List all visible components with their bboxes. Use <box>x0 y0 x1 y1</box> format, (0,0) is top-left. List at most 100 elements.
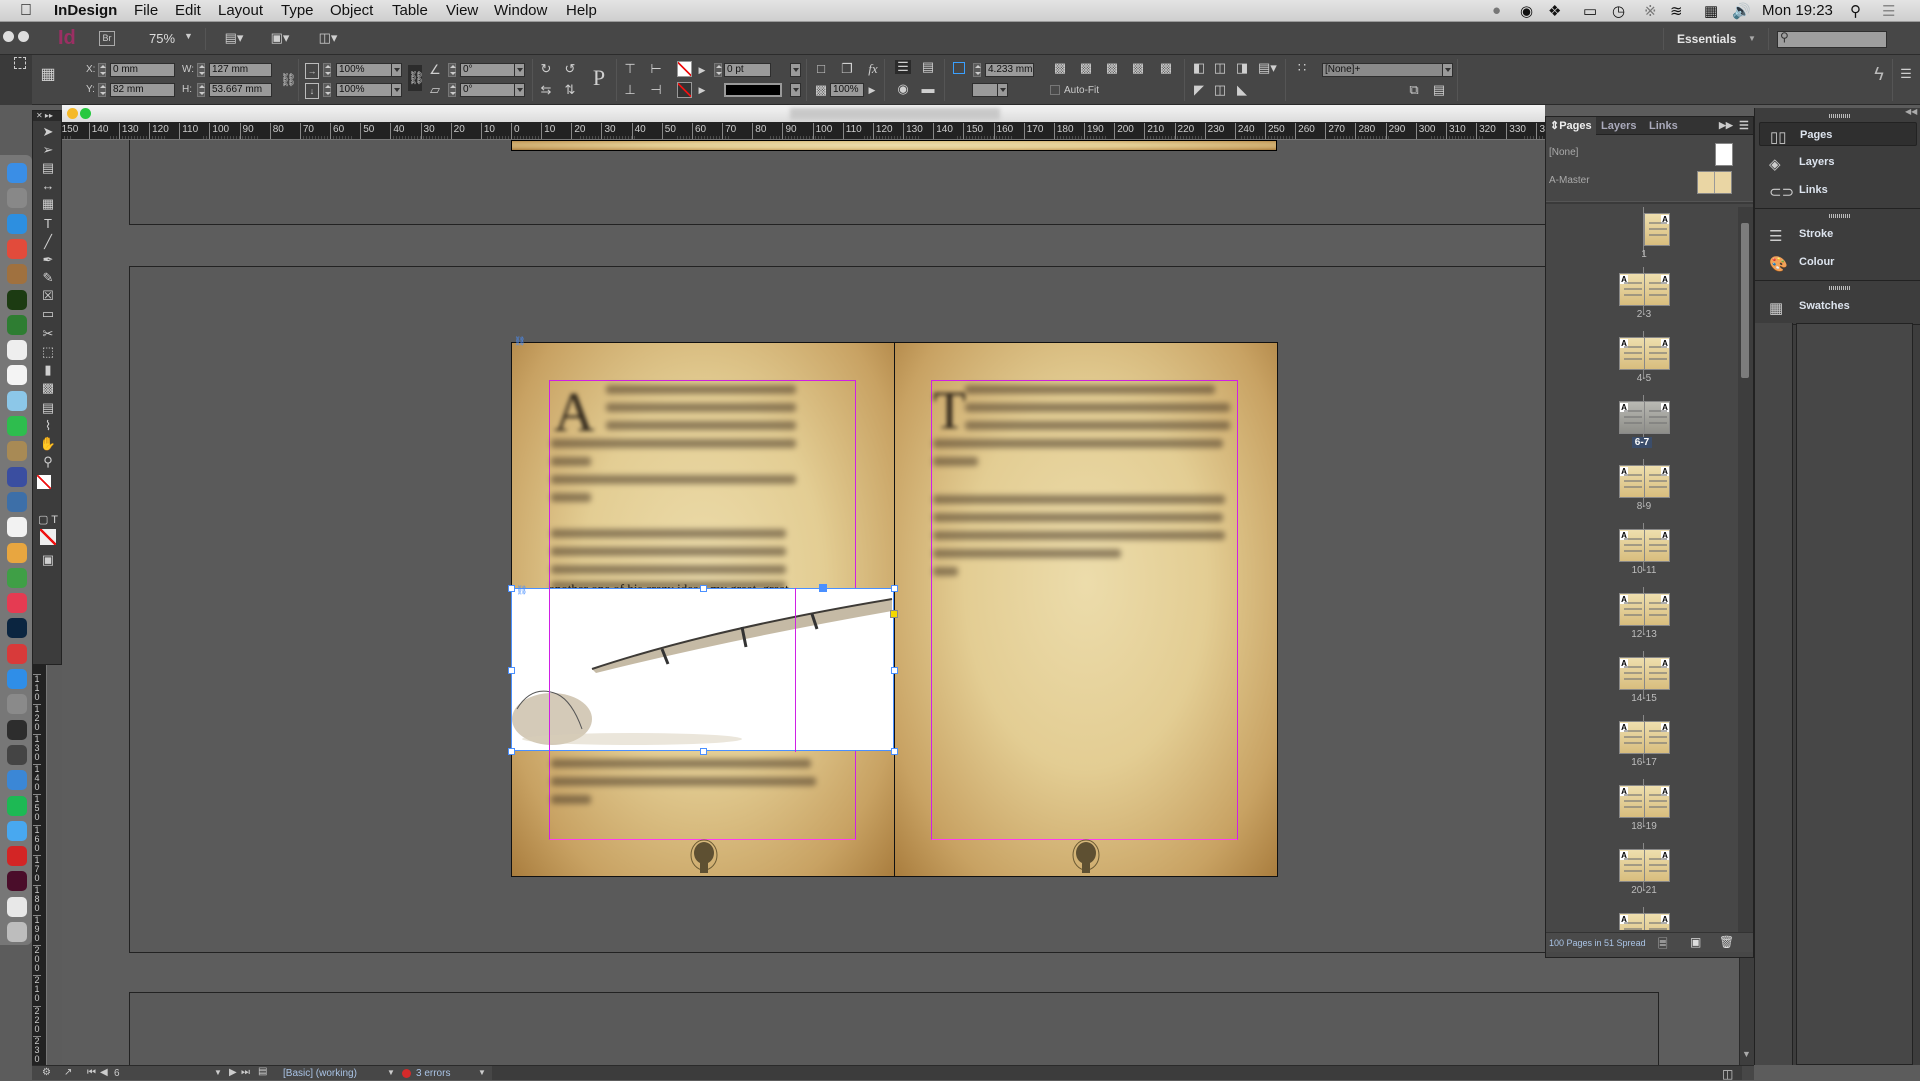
distribute-icon[interactable]: ▤▾ <box>1258 61 1277 75</box>
profile-dropdown-icon[interactable]: ▼ <box>387 1068 395 1077</box>
page-thumbnail[interactable]: A <box>1619 849 1645 882</box>
tool-type-icon[interactable]: T <box>37 215 59 233</box>
scale-y-stepper[interactable] <box>323 83 331 97</box>
resize-handle-b[interactable] <box>700 748 707 755</box>
spread-thumbnail-20-21[interactable]: A A 20-21 <box>1546 843 1738 907</box>
page-thumbnail[interactable]: A <box>1619 913 1645 930</box>
object-style-field[interactable]: [None]+ <box>1322 63 1444 77</box>
select-previous-icon[interactable]: ⊢ <box>648 62 664 76</box>
panel-divider[interactable] <box>1546 201 1753 204</box>
tool-content-collector-icon[interactable]: ▦ <box>37 195 59 213</box>
page-thumbnail[interactable]: A <box>1619 337 1645 370</box>
resize-handle-br[interactable] <box>891 748 898 755</box>
dock-chrome-icon[interactable] <box>7 238 27 259</box>
effects-icon[interactable]: fx <box>865 62 881 76</box>
dock-creative-cloud-icon[interactable] <box>7 643 27 664</box>
text-wrap-shape-icon[interactable]: ◉ <box>895 82 911 96</box>
creative-cloud-icon[interactable]: ◉ <box>1520 2 1533 20</box>
fit-content-proportionally-icon[interactable]: ▩ <box>1078 61 1094 75</box>
tools-panel-header[interactable]: ✕ ▸▸ <box>33 111 61 121</box>
resize-handle-tl[interactable] <box>508 585 515 592</box>
collapse-dock-icon[interactable]: ◀◀ <box>1905 107 1917 116</box>
dock-item-layers[interactable]: ◈ Layers <box>1759 150 1917 174</box>
dock-write-icon[interactable] <box>7 517 27 538</box>
dock-facetime-icon[interactable] <box>7 416 27 436</box>
stroke-weight-stepper[interactable] <box>714 63 722 77</box>
drop-shadow-icon[interactable]: □ <box>814 62 828 76</box>
select-content-icon[interactable]: ⊥ <box>622 83 638 97</box>
dock-notes-app-icon[interactable] <box>7 441 27 462</box>
spread-thumbnail-16-17[interactable]: A A 16-17 <box>1546 715 1738 779</box>
dock-item-colour[interactable]: 🎨 Colour <box>1759 250 1917 274</box>
align-bottom-icon[interactable]: ◣ <box>1235 83 1249 97</box>
spread-thumbnail-8-9[interactable]: A A 8-9 <box>1546 459 1738 523</box>
screen-mode-icon[interactable]: ▣ <box>37 551 59 569</box>
opacity-field[interactable]: 100% <box>830 83 864 97</box>
vertical-ruler[interactable]: 1101201301401501601701801902002102202302… <box>32 665 47 1065</box>
dock-item-pages[interactable]: ▯▯ Pages <box>1759 122 1917 146</box>
x-stepper[interactable] <box>98 63 106 77</box>
dock-finder-icon[interactable] <box>7 163 27 183</box>
spread-label-18-19[interactable]: 18-19 <box>1614 821 1674 832</box>
dropbox-icon[interactable]: ❖ <box>1548 2 1561 20</box>
stroke-type-dropdown[interactable] <box>790 83 801 97</box>
dock-keynote-icon[interactable] <box>7 542 27 563</box>
window-minimize-button-doc[interactable] <box>67 108 78 119</box>
last-spread-icon[interactable]: ⏭ <box>241 1067 250 1078</box>
flip-horizontal-icon[interactable]: ⇆ <box>538 83 554 97</box>
resize-handle-bl[interactable] <box>508 748 515 755</box>
page-thumbnail[interactable]: A <box>1619 593 1645 626</box>
spread-thumbnail-4-5[interactable]: A A 4-5 <box>1546 331 1738 395</box>
window-minimize-button[interactable] <box>18 31 29 42</box>
spread-thumbnail-10-11[interactable]: A A 10-11 <box>1546 523 1738 587</box>
spread-label-2-3[interactable]: 2-3 <box>1614 309 1674 320</box>
spread-thumbnail-2-3[interactable]: A A 2-3 <box>1546 267 1738 331</box>
dock-spotify-icon[interactable] <box>7 795 27 816</box>
notification-icon[interactable]: ● <box>1492 2 1501 19</box>
resize-handle-r[interactable] <box>891 667 898 674</box>
dock-item-stroke[interactable]: ☰ Stroke <box>1759 222 1917 246</box>
tool-pencil-icon[interactable]: ✎ <box>37 269 59 287</box>
rotate-stepper[interactable] <box>448 63 456 77</box>
menu-table[interactable]: Table <box>392 2 428 19</box>
spread-label-4-5[interactable]: 4-5 <box>1614 373 1674 384</box>
flip-vertical-icon[interactable]: ⇅ <box>562 83 578 97</box>
fill-swatch[interactable] <box>677 61 692 77</box>
page-dropdown-icon[interactable]: ▼ <box>214 1068 222 1077</box>
spread-label-20-21[interactable]: 20-21 <box>1614 885 1674 896</box>
stroke-weight-dropdown[interactable] <box>790 63 801 77</box>
text-wrap-jump-icon[interactable]: ▬ <box>920 82 936 96</box>
rotate-counterclockwise-icon[interactable]: ↺ <box>562 62 578 76</box>
spread-label-1[interactable]: 1 <box>1614 249 1674 260</box>
fit-frame-to-content-icon[interactable]: ▩ <box>1130 61 1146 75</box>
align-horizontal-center-icon[interactable]: ◫ <box>1213 61 1227 75</box>
scale-x-field[interactable]: 100% <box>336 63 392 77</box>
y-field[interactable]: 82 mm <box>110 83 175 97</box>
page-number-field[interactable]: 6 <box>114 1068 120 1079</box>
stroke-type-field[interactable] <box>724 83 782 97</box>
tool-gradient-swatch-icon[interactable]: ▮ <box>37 361 59 379</box>
resize-handle-tr[interactable] <box>891 585 898 592</box>
page-thumbnail[interactable]: A <box>1644 465 1670 498</box>
spread-thumbnail-1[interactable]: A1 <box>1546 207 1738 271</box>
arrange-documents-icon[interactable]: ◫▾ <box>316 31 340 45</box>
master-none[interactable]: [None] <box>1549 147 1578 158</box>
page-7[interactable]: T <box>895 342 1278 877</box>
align-vertical-center-icon[interactable]: ◫ <box>1213 83 1227 97</box>
h-stepper[interactable] <box>197 83 205 97</box>
dock-acrobat-icon[interactable] <box>7 846 27 867</box>
tab-pages[interactable]: ⇕Pages <box>1546 117 1596 135</box>
zoom-dropdown-icon[interactable]: ▼ <box>184 31 193 41</box>
selected-image-frame[interactable]: ⛓ <box>508 584 898 755</box>
page-thumbnail[interactable]: A <box>1619 273 1645 306</box>
corner-options-icon[interactable]: ❐ <box>840 62 854 76</box>
reference-point-icon[interactable]: ▦ <box>40 67 56 83</box>
master-none-thumbnail[interactable] <box>1715 143 1733 166</box>
spread-thumbnail-12-13[interactable]: A A 12-13 <box>1546 587 1738 651</box>
panel-group-grip[interactable] <box>1829 286 1851 290</box>
page-thumbnail[interactable]: A <box>1619 465 1645 498</box>
dock-trash-icon[interactable] <box>7 922 27 942</box>
wrap-offset-field[interactable]: 4.233 mm <box>985 63 1034 77</box>
tool-hand-icon[interactable]: ✋ <box>37 435 59 453</box>
help-search-input[interactable] <box>1777 31 1887 48</box>
